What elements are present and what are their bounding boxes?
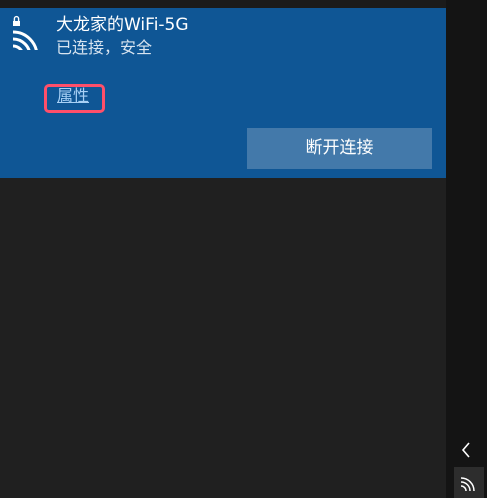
network-name: 大龙家的WiFi-5G	[56, 15, 189, 35]
properties-link[interactable]: 属性	[57, 86, 89, 106]
wifi-network-card[interactable]: 大龙家的WiFi-5G 已连接，安全 属性 断开连接	[0, 8, 446, 178]
tray-wifi-button[interactable]	[454, 467, 484, 498]
chevron-left-icon[interactable]	[459, 440, 475, 460]
secured-wifi-icon	[10, 12, 44, 57]
disconnect-button[interactable]: 断开连接	[247, 128, 432, 169]
network-flyout-screen: 大龙家的WiFi-5G 已连接，安全 属性 断开连接	[0, 0, 487, 498]
taskbar-strip	[446, 0, 487, 498]
connection-status: 已连接，安全	[56, 38, 153, 57]
top-divider-strip	[0, 0, 446, 8]
